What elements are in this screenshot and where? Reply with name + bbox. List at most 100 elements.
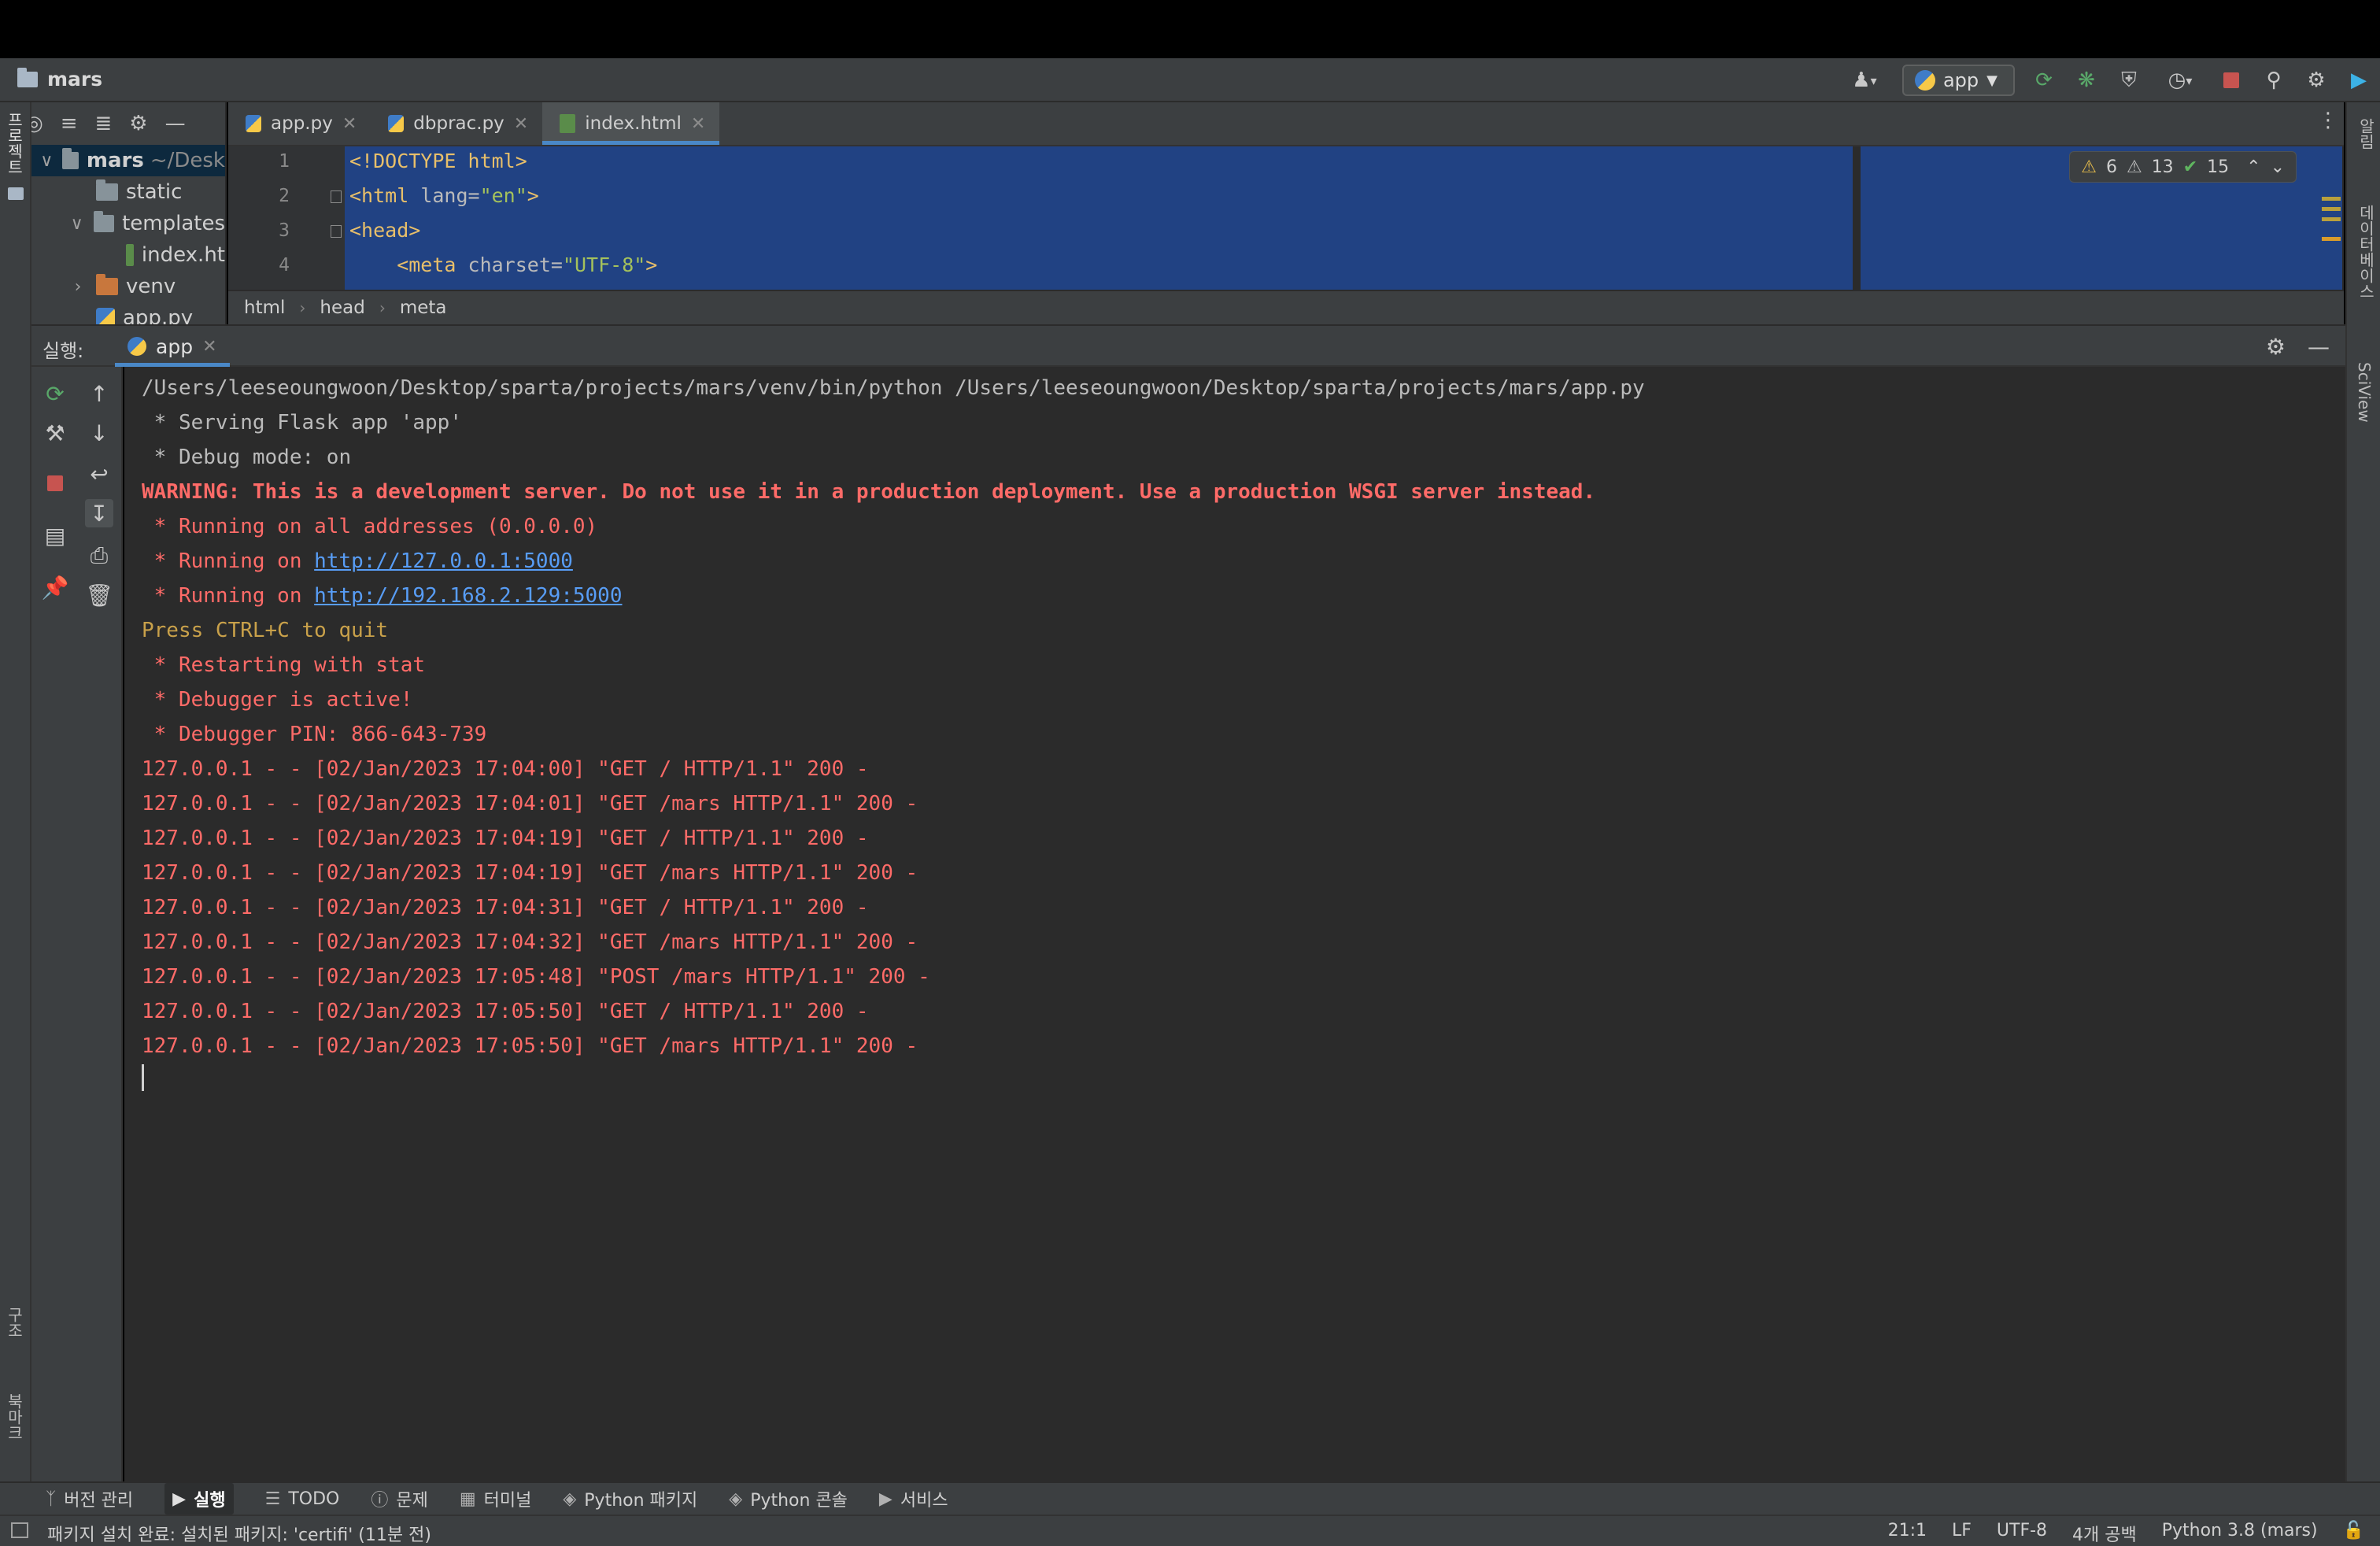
layout-icon[interactable]: ▤ [41, 521, 69, 549]
chevron-down-icon[interactable]: ∨ [38, 151, 56, 171]
structure-tool-button[interactable]: 구조 [3, 1307, 26, 1338]
console-log-line: 127.0.0.1 - - [02/Jan/2023 17:05:50] "GE… [142, 1034, 918, 1058]
services-icon: ▶ [878, 1489, 893, 1509]
project-title[interactable]: mars [17, 67, 102, 91]
profile-icon[interactable]: ◷ ▾ [2158, 67, 2202, 94]
warning-marker[interactable] [2322, 237, 2341, 241]
trash-icon[interactable]: 🗑 [85, 581, 113, 609]
tab-index-html[interactable]: index.html ✕ [542, 102, 720, 145]
more-icon[interactable]: ⋮ [2312, 109, 2344, 132]
console-link[interactable]: http://192.168.2.129:5000 [314, 584, 622, 608]
console-line: Press CTRL+C to quit [142, 619, 389, 642]
minimize-icon[interactable]: — [165, 112, 186, 135]
user-icon[interactable]: ♟ ▾ [1842, 67, 1887, 94]
tool-run[interactable]: ▶ 실행 [164, 1483, 234, 1515]
tool-python-packages[interactable]: ◈ Python 패키지 [563, 1486, 697, 1511]
scroll-markers [2322, 197, 2341, 247]
project-tool-button[interactable]: 프로젝트 [3, 112, 26, 175]
tree-item-app-py[interactable]: app.py [31, 302, 225, 324]
breadcrumb-item[interactable]: head [320, 298, 364, 318]
breadcrumb-item[interactable]: meta [400, 298, 447, 318]
check-icon: ✔ [2182, 157, 2198, 177]
close-icon[interactable]: ✕ [202, 337, 216, 357]
project-panel: ◎ ≡ ≣ ⚙ — ∨ mars ~/Desk static ∨ templat… [31, 102, 227, 324]
minimize-icon[interactable]: — [2308, 334, 2330, 360]
tool-python-console[interactable]: ◈ Python 콘솔 [729, 1486, 848, 1511]
search-icon[interactable]: ⚲ [2260, 67, 2287, 94]
tree-item-static[interactable]: static [31, 176, 225, 208]
chevron-down-icon: ▼ [1986, 72, 1998, 89]
status-message[interactable]: 패키지 설치 완료: 설치된 패키지: 'certifi' (11분 전) [47, 1521, 431, 1546]
rerun-icon[interactable]: ⟳ [2031, 67, 2057, 94]
stop-icon[interactable] [2218, 67, 2245, 94]
python-interpreter[interactable]: Python 3.8 (mars) [2162, 1521, 2318, 1546]
gear-icon[interactable]: ⚙ [2266, 334, 2286, 360]
notifications-tool-button[interactable]: 알림 [2355, 118, 2378, 150]
rerun-icon[interactable]: ⟳ [41, 379, 69, 408]
sciview-tool-button[interactable]: SciView [2355, 362, 2374, 423]
close-icon[interactable]: ✕ [514, 114, 528, 134]
warning-marker[interactable] [2322, 217, 2341, 221]
tree-item-index-html[interactable]: index.ht [31, 239, 225, 271]
run-console[interactable]: /Users/leeseoungwoon/Desktop/sparta/proj… [124, 367, 2345, 1481]
panel-toggle-icon[interactable] [11, 1522, 28, 1538]
locate-icon[interactable]: ◎ [31, 112, 43, 135]
line-separator[interactable]: LF [1952, 1521, 1972, 1546]
console-line: * Restarting with stat [142, 653, 426, 677]
tree-root[interactable]: ∨ mars ~/Desk [31, 145, 225, 176]
fold-marker-icon[interactable] [331, 225, 342, 238]
run-config-selector[interactable]: app ▼ [1901, 65, 2015, 96]
stop-icon[interactable] [41, 469, 69, 497]
chevron-down-icon[interactable]: ⌄ [2271, 157, 2285, 177]
database-tool-button[interactable]: 데이터베이스 [2355, 205, 2378, 299]
coverage-icon[interactable]: ⛨ [2116, 67, 2142, 94]
line-number: 2 [279, 186, 290, 206]
chevron-down-icon[interactable]: ∨ [66, 214, 87, 234]
scroll-up-icon[interactable]: ↑ [85, 379, 113, 408]
breadcrumb-item[interactable]: html [244, 298, 285, 318]
chevron-up-icon[interactable]: ⌃ [2246, 157, 2260, 177]
tool-terminal[interactable]: ▦ 터미널 [460, 1486, 532, 1511]
warning-marker[interactable] [2322, 197, 2341, 201]
tool-services[interactable]: ▶ 서비스 [879, 1486, 948, 1511]
lock-icon[interactable]: 🔓 [2343, 1521, 2364, 1546]
close-icon[interactable]: ✕ [691, 114, 705, 134]
tool-problems[interactable]: ⓘ 문제 [371, 1486, 428, 1511]
tree-item-templates[interactable]: ∨ templates [31, 208, 225, 239]
warning-marker[interactable] [2322, 207, 2341, 211]
fold-marker-icon[interactable] [331, 190, 342, 203]
inspection-widget[interactable]: ⚠ 6 ⚠ 13 ✔ 15 ⌃ ⌄ [2069, 151, 2297, 183]
gear-icon[interactable]: ⚙ [129, 112, 147, 135]
scroll-to-end-icon[interactable]: ↧ [85, 499, 113, 527]
bookmarks-tool-button[interactable]: 북마크 [3, 1393, 26, 1441]
file-encoding[interactable]: UTF-8 [1997, 1521, 2047, 1546]
console-warning: WARNING: This is a development server. D… [142, 480, 1596, 504]
ide-logo-icon[interactable]: ▶ [2345, 67, 2372, 94]
expand-all-icon[interactable]: ≡ [61, 112, 78, 135]
console-line: * Debugger PIN: 866-643-739 [142, 723, 487, 746]
tool-version-control[interactable]: ᛉ 버전 관리 [46, 1486, 133, 1511]
tab-dbprac-py[interactable]: dbprac.py ✕ [371, 102, 542, 145]
pin-icon[interactable]: 📌 [41, 573, 69, 601]
console-link[interactable]: http://127.0.0.1:5000 [314, 549, 573, 573]
line-number: 4 [279, 255, 290, 276]
tree-item-label: venv [126, 275, 176, 298]
wrench-icon[interactable]: ⚒ [41, 419, 69, 447]
tree-item-venv[interactable]: › venv [31, 271, 225, 302]
chevron-right-icon[interactable]: › [66, 277, 90, 297]
gear-icon[interactable]: ⚙ [2303, 67, 2330, 94]
folder-icon [96, 179, 118, 201]
tab-app-py[interactable]: app.py ✕ [228, 102, 371, 145]
tool-todo[interactable]: ☰ TODO [265, 1489, 340, 1509]
print-icon[interactable]: ⎙ [85, 542, 113, 570]
indent-setting[interactable]: 4개 공백 [2072, 1521, 2137, 1546]
code-editor[interactable]: 1 2 3 4 <!DOCTYPE html> <html lang="en">… [228, 146, 2344, 290]
debug-icon[interactable]: ❋ [2073, 67, 2100, 94]
html-file-icon [126, 244, 134, 266]
scroll-down-icon[interactable]: ↓ [85, 419, 113, 447]
soft-wrap-icon[interactable]: ↩ [85, 460, 113, 488]
caret-position[interactable]: 21:1 [1888, 1521, 1927, 1546]
run-tab-app[interactable]: app ✕ [115, 326, 230, 367]
collapse-all-icon[interactable]: ≣ [94, 112, 112, 135]
close-icon[interactable]: ✕ [342, 114, 357, 134]
